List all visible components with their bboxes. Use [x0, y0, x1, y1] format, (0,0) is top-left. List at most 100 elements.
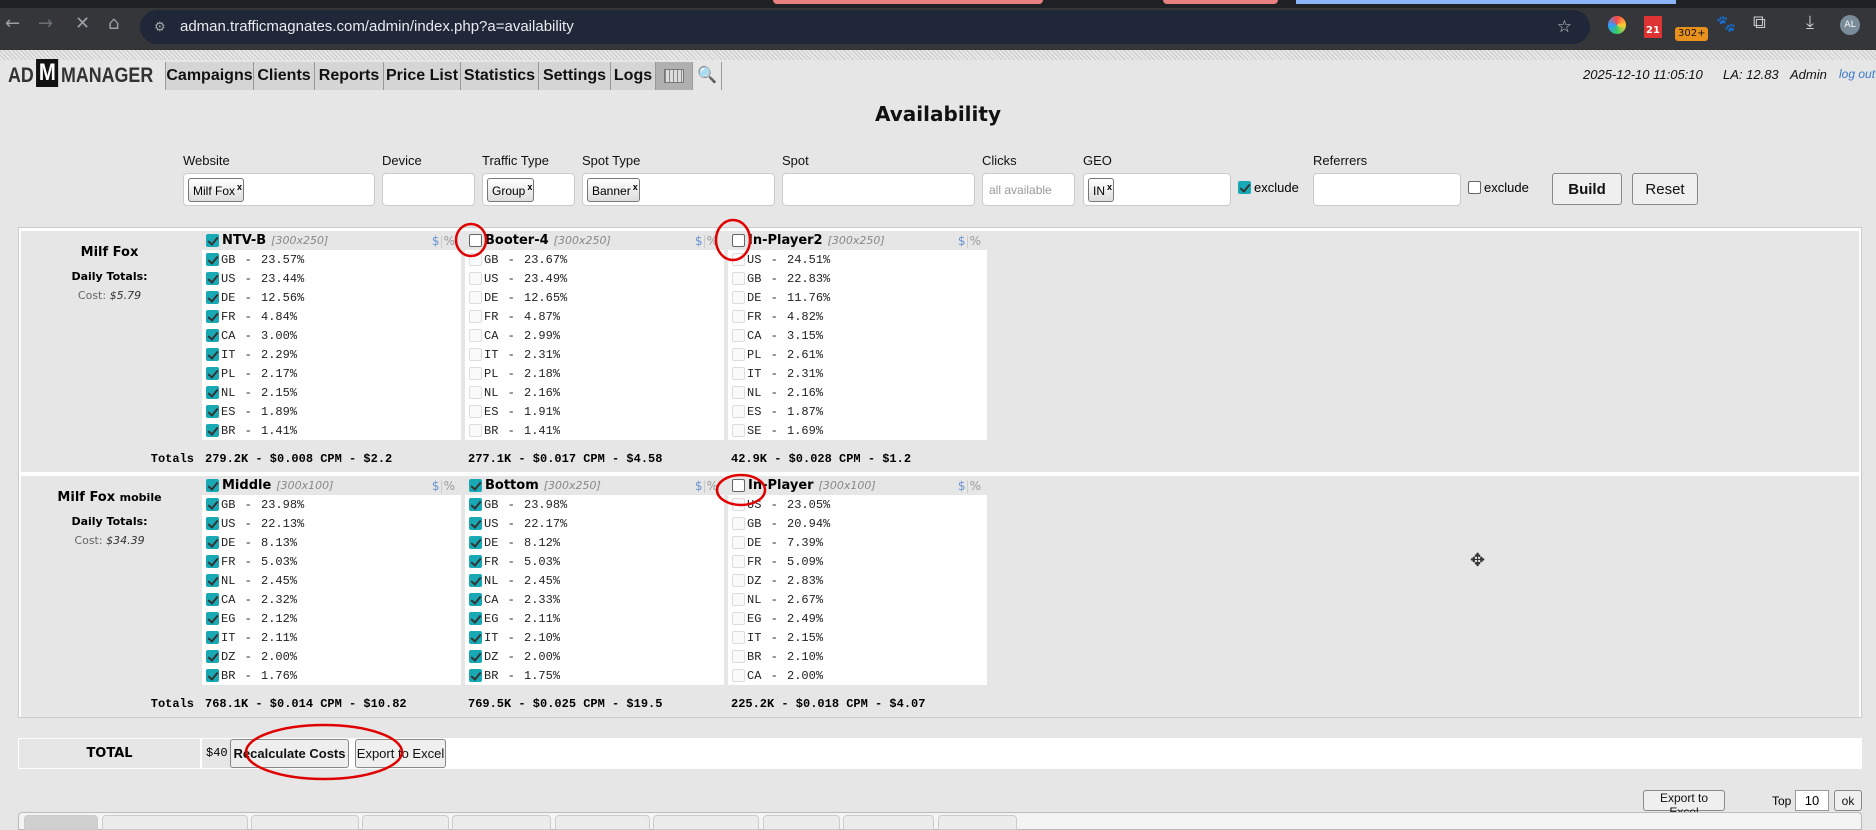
geo-checkbox[interactable]: [469, 498, 482, 511]
geo-checkbox[interactable]: [469, 612, 482, 625]
geo-checkbox[interactable]: [732, 536, 745, 549]
geo-checkbox[interactable]: [469, 405, 482, 418]
site-settings-icon[interactable]: ⚙: [154, 10, 166, 44]
geo-checkbox[interactable]: [469, 291, 482, 304]
nav-settings[interactable]: Settings: [538, 62, 610, 90]
bottom-tab[interactable]: [938, 815, 1017, 830]
geo-checkbox[interactable]: [732, 593, 745, 606]
sort-by-cost-link[interactable]: $: [695, 234, 703, 248]
geo-checkbox[interactable]: [732, 405, 745, 418]
referrers-input[interactable]: [1313, 173, 1461, 206]
sort-by-cost-link[interactable]: $: [432, 479, 440, 493]
bottom-tab[interactable]: [102, 815, 248, 830]
nav-campaigns[interactable]: Campaigns: [165, 62, 253, 90]
geo-checkbox[interactable]: [732, 650, 745, 663]
bottom-export-excel-button[interactable]: Export to Excel: [1643, 790, 1725, 819]
geo-checkbox[interactable]: [206, 253, 219, 266]
chip-remove-icon[interactable]: x: [1107, 175, 1112, 199]
geo-checkbox[interactable]: [206, 650, 219, 663]
extension-color-icon[interactable]: [1608, 16, 1626, 34]
geo-checkbox[interactable]: [469, 367, 482, 380]
spot-checkbox[interactable]: [469, 479, 482, 492]
sort-by-percent-link[interactable]: %: [970, 479, 981, 493]
geo-checkbox[interactable]: [206, 669, 219, 682]
geo-checkbox[interactable]: [469, 329, 482, 342]
sort-by-percent-link[interactable]: %: [707, 479, 718, 493]
spot-checkbox[interactable]: [206, 234, 219, 247]
geo-checkbox[interactable]: [469, 386, 482, 399]
geo-checkbox[interactable]: [206, 310, 219, 323]
extensions-puzzle-icon[interactable]: ⧉: [1753, 12, 1766, 33]
geo-checkbox[interactable]: [206, 329, 219, 342]
geo-checkbox[interactable]: [206, 536, 219, 549]
geo-checkbox[interactable]: [469, 253, 482, 266]
geo-checkbox[interactable]: [732, 631, 745, 644]
clicks-input[interactable]: all available: [982, 173, 1075, 206]
chip-remove-icon[interactable]: x: [527, 175, 532, 199]
profile-avatar[interactable]: AL: [1840, 15, 1860, 35]
extension-badge[interactable]: 302+: [1675, 27, 1709, 41]
bottom-tab[interactable]: [452, 815, 551, 830]
geo-checkbox[interactable]: [469, 348, 482, 361]
export-excel-button[interactable]: Export to Excel: [355, 739, 446, 768]
geo-checkbox[interactable]: [732, 310, 745, 323]
logout-link[interactable]: log out: [1839, 67, 1875, 81]
spot-checkbox[interactable]: [469, 234, 482, 247]
top-count-input[interactable]: [1795, 790, 1829, 811]
reset-button[interactable]: Reset: [1632, 173, 1698, 205]
geo-exclude-checkbox[interactable]: [1238, 181, 1251, 194]
build-button[interactable]: Build: [1552, 173, 1622, 205]
geo-checkbox[interactable]: [469, 631, 482, 644]
geo-checkbox[interactable]: [206, 386, 219, 399]
forward-icon[interactable]: →: [38, 13, 53, 34]
geo-checkbox[interactable]: [206, 348, 219, 361]
geo-checkbox[interactable]: [469, 650, 482, 663]
sort-by-cost-link[interactable]: $: [958, 479, 966, 493]
geo-checkbox[interactable]: [732, 424, 745, 437]
referrers-exclude-toggle[interactable]: exclude: [1468, 180, 1529, 195]
calendar-icon[interactable]: [655, 62, 692, 90]
geo-checkbox[interactable]: [206, 593, 219, 606]
nav-statistics[interactable]: Statistics: [460, 62, 538, 90]
geo-checkbox[interactable]: [732, 348, 745, 361]
geo-checkbox[interactable]: [206, 424, 219, 437]
search-icon[interactable]: 🔍: [692, 62, 722, 90]
sort-by-percent-link[interactable]: %: [444, 234, 455, 248]
geo-input[interactable]: IN x: [1083, 173, 1231, 206]
geo-checkbox[interactable]: [732, 669, 745, 682]
top-ok-button[interactable]: ok: [1834, 790, 1862, 811]
geo-checkbox[interactable]: [206, 517, 219, 530]
bottom-tab[interactable]: [24, 815, 98, 830]
device-input[interactable]: [382, 173, 475, 206]
sort-by-percent-link[interactable]: %: [707, 234, 718, 248]
bottom-tab[interactable]: [555, 815, 650, 830]
geo-checkbox[interactable]: [469, 555, 482, 568]
nav-reports[interactable]: Reports: [314, 62, 383, 90]
geo-checkbox[interactable]: [206, 272, 219, 285]
geo-checkbox[interactable]: [206, 367, 219, 380]
geo-checkbox[interactable]: [732, 517, 745, 530]
stop-icon[interactable]: ✕: [75, 13, 90, 34]
spot-checkbox[interactable]: [732, 234, 745, 247]
geo-checkbox[interactable]: [469, 310, 482, 323]
bookmark-star-icon[interactable]: ☆: [1557, 10, 1572, 44]
spot-checkbox[interactable]: [732, 479, 745, 492]
chip-remove-icon[interactable]: x: [237, 175, 242, 199]
geo-checkbox[interactable]: [206, 631, 219, 644]
calendar-extension-icon[interactable]: 21: [1644, 16, 1662, 38]
geo-checkbox[interactable]: [469, 517, 482, 530]
sort-by-cost-link[interactable]: $: [958, 234, 966, 248]
recalculate-costs-button[interactable]: Recalculate Costs: [230, 739, 349, 768]
back-icon[interactable]: ←: [5, 13, 20, 34]
home-icon[interactable]: ⌂: [108, 13, 119, 34]
sort-by-percent-link[interactable]: %: [444, 479, 455, 493]
paw-extension-icon[interactable]: 🐾: [1716, 14, 1736, 33]
geo-checkbox[interactable]: [732, 272, 745, 285]
bottom-tab[interactable]: [763, 815, 840, 830]
download-icon[interactable]: ⤓: [1806, 12, 1814, 33]
sort-by-percent-link[interactable]: %: [970, 234, 981, 248]
nav-logs[interactable]: Logs: [610, 62, 655, 90]
geo-checkbox[interactable]: [469, 593, 482, 606]
spot-type-input[interactable]: Banner x: [582, 173, 775, 206]
geo-checkbox[interactable]: [732, 555, 745, 568]
